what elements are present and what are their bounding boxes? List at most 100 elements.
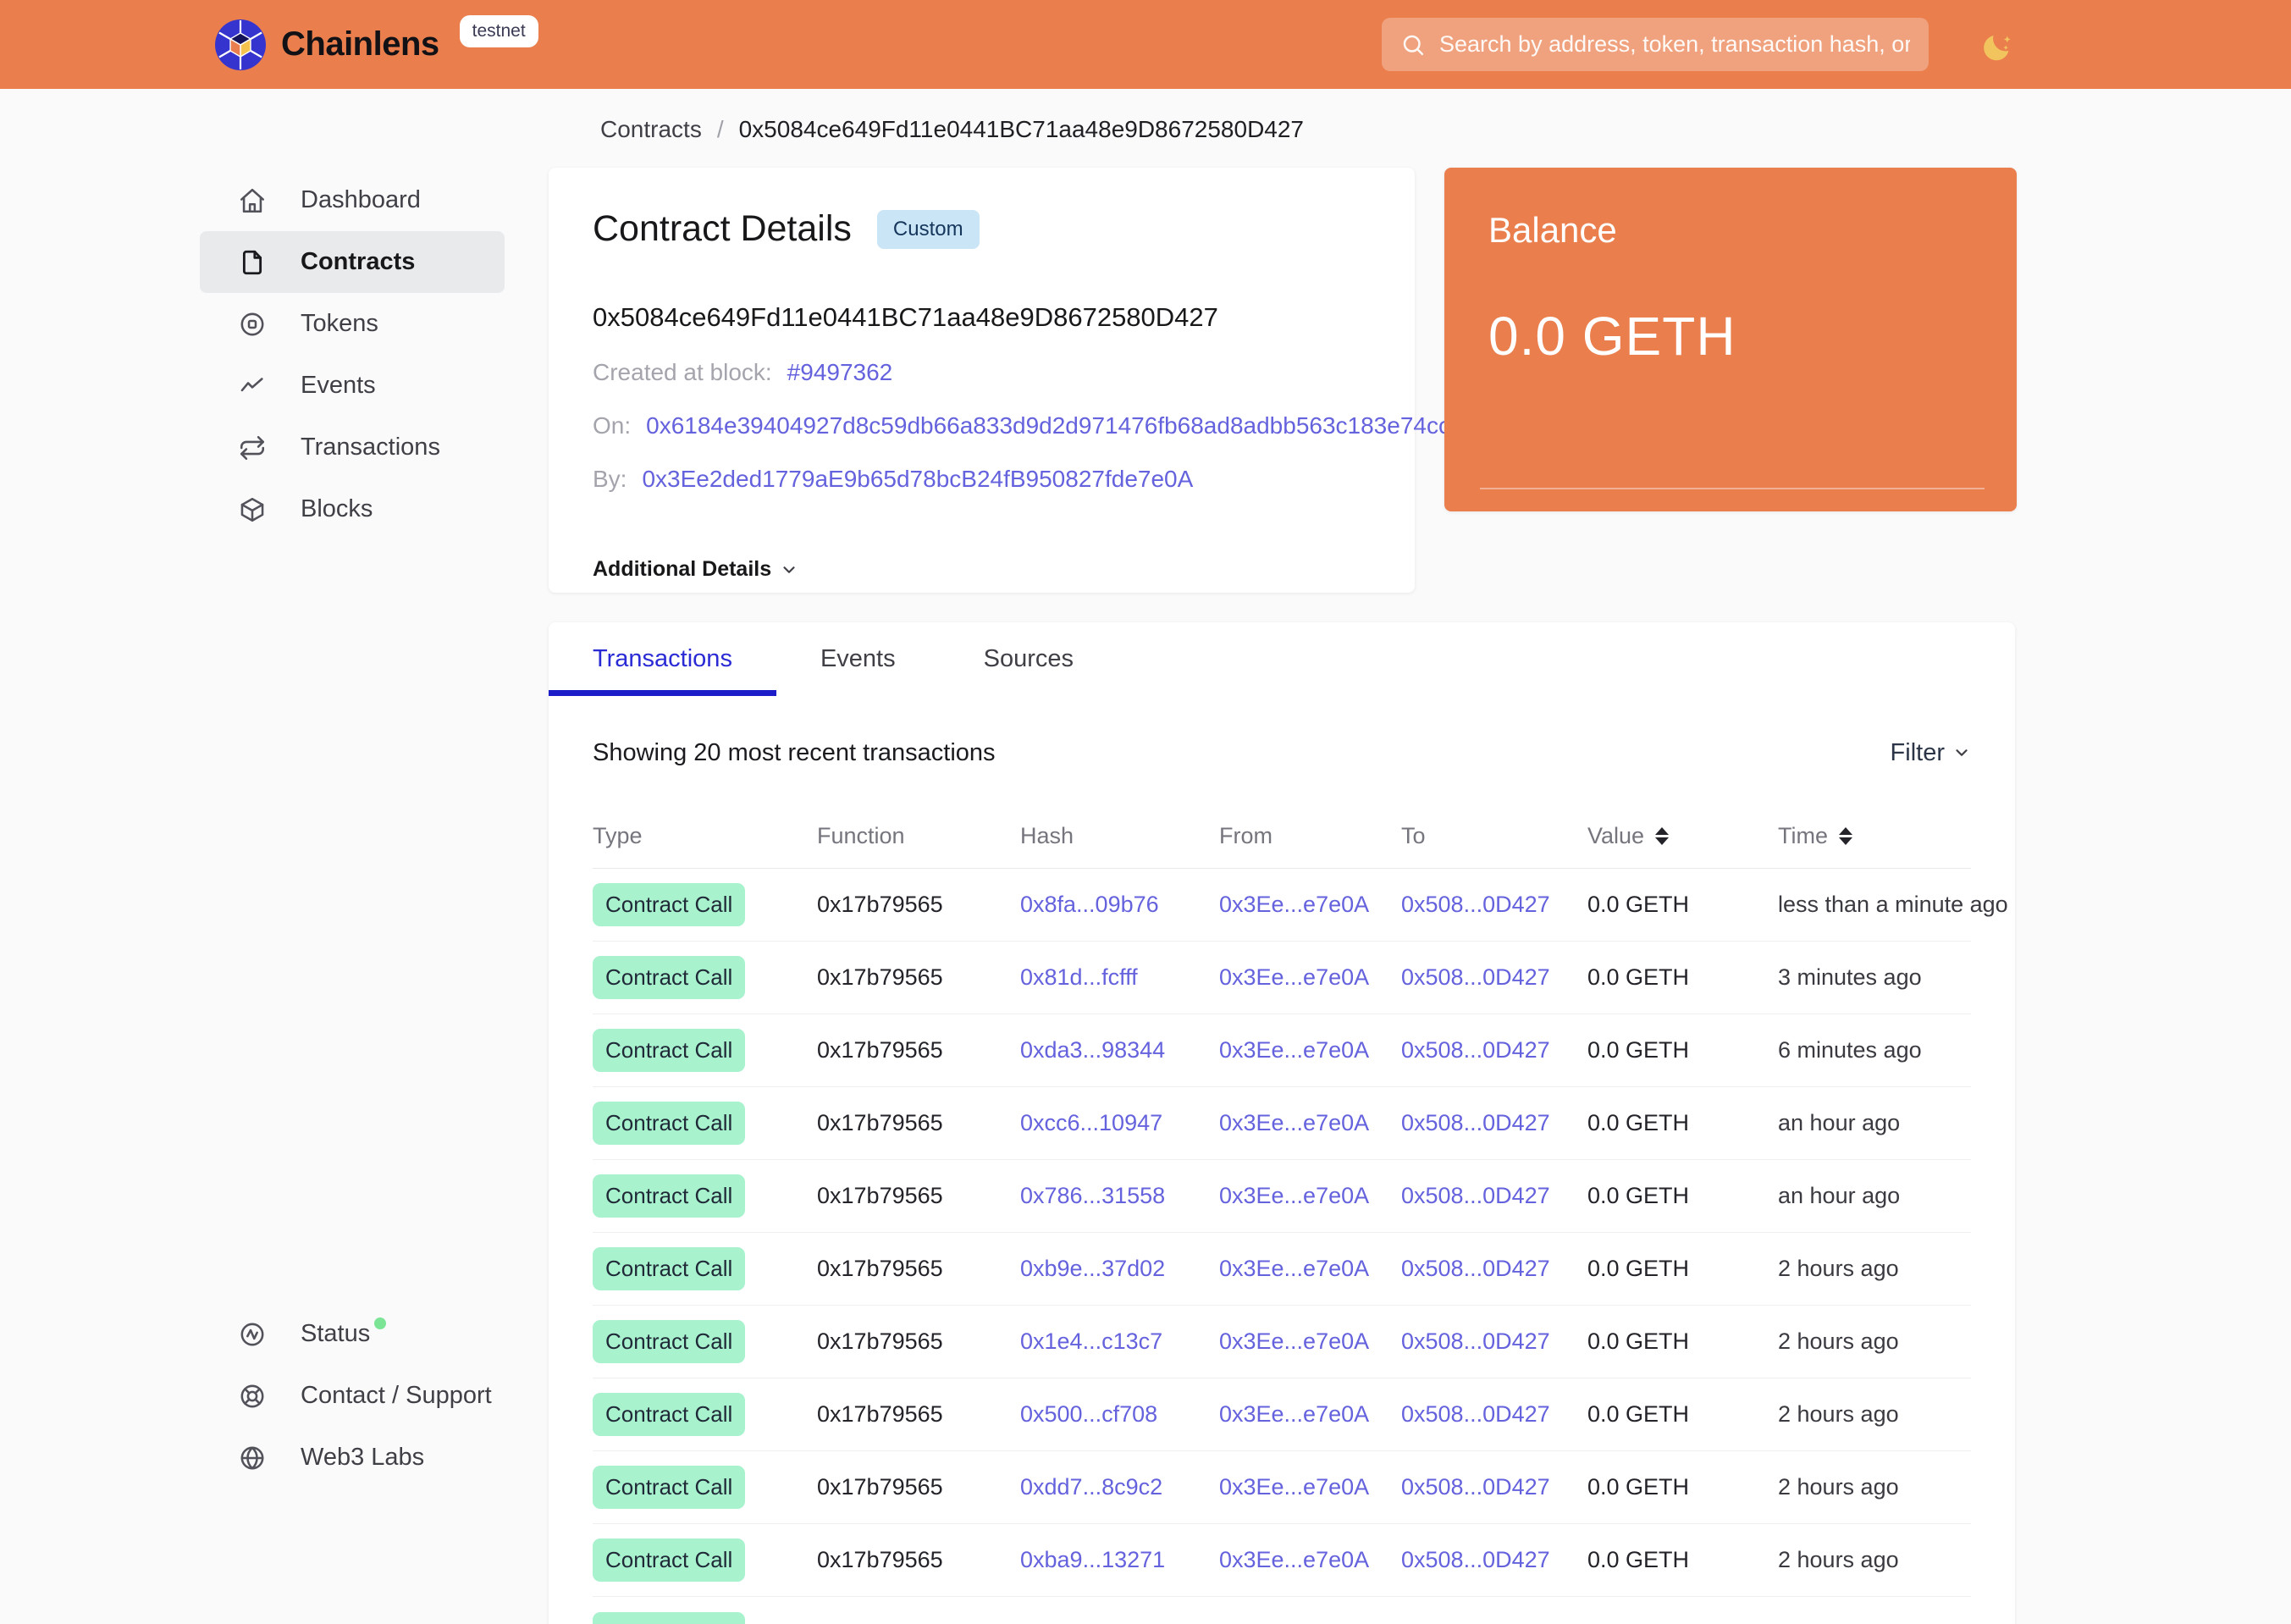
table-row: Contract Call 0x17b79565 0xda3...98344 0… bbox=[593, 1014, 1971, 1087]
creation-tx-hash-link[interactable]: 0x6184e39404927d8c59db66a833d9d2d971476f… bbox=[646, 412, 1503, 439]
chevron-down-icon bbox=[783, 566, 795, 573]
to-link[interactable]: 0x508...0D427 bbox=[1401, 892, 1587, 918]
from-link[interactable]: 0x3Ee...e7e0A bbox=[1219, 892, 1401, 918]
hash-link[interactable]: 0x786...31558 bbox=[1020, 1183, 1219, 1209]
to-link[interactable]: 0x508...0D427 bbox=[1401, 1256, 1587, 1282]
function-cell: 0x17b79565 bbox=[817, 964, 943, 990]
hash-link[interactable]: 0xda3...98344 bbox=[1020, 1037, 1219, 1063]
sidebar-item-tokens[interactable]: Tokens bbox=[200, 293, 505, 355]
to-link[interactable]: 0x508...0D427 bbox=[1401, 1401, 1587, 1428]
time-cell: 2 hours ago bbox=[1778, 1256, 1899, 1281]
to-link[interactable]: 0x508...0D427 bbox=[1401, 964, 1587, 991]
column-header-hash: Hash bbox=[1020, 823, 1074, 848]
tab-transactions[interactable]: Transactions bbox=[549, 622, 776, 696]
sidebar-item-label: Dashboard bbox=[301, 186, 421, 213]
theme-toggle[interactable] bbox=[1981, 26, 2018, 64]
value-cell: 0.0 GETH bbox=[1587, 1401, 1690, 1427]
filter-button[interactable]: Filter bbox=[1891, 739, 1971, 767]
function-cell: 0x17b79565 bbox=[817, 1328, 943, 1354]
balance-title: Balance bbox=[1488, 210, 1617, 250]
from-link[interactable]: 0x3Ee...e7e0A bbox=[1219, 1547, 1401, 1573]
from-link[interactable]: 0x3Ee...e7e0A bbox=[1219, 1328, 1401, 1355]
repeat-icon bbox=[240, 435, 265, 460]
to-link[interactable]: 0x508...0D427 bbox=[1401, 1547, 1587, 1573]
hash-link[interactable]: 0xb9e...37d02 bbox=[1020, 1256, 1219, 1282]
sidebar-footer-nav: Status Contact / Support Web3 Labs bbox=[0, 1303, 549, 1624]
tab-events[interactable]: Events bbox=[776, 622, 940, 696]
function-cell: 0x17b79565 bbox=[817, 1401, 943, 1427]
value-cell: 0.0 GETH bbox=[1587, 892, 1690, 917]
time-cell: less than a minute ago bbox=[1778, 892, 2008, 917]
type-badge: Contract Call bbox=[593, 1247, 746, 1290]
function-cell: 0x17b79565 bbox=[817, 1547, 943, 1572]
sidebar-item-label: Transactions bbox=[301, 434, 440, 461]
column-header-from: From bbox=[1219, 823, 1272, 848]
hash-link[interactable]: 0xba9...13271 bbox=[1020, 1547, 1219, 1573]
tab-sources[interactable]: Sources bbox=[940, 622, 1118, 696]
breadcrumb-address: 0x5084ce649Fd11e0441BC71aa48e9D8672580D4… bbox=[738, 116, 1305, 142]
value-cell: 0.0 GETH bbox=[1587, 1547, 1690, 1572]
hash-link[interactable]: 0x500...cf708 bbox=[1020, 1401, 1219, 1428]
time-cell: 6 minutes ago bbox=[1778, 1037, 1922, 1063]
sidebar-item-contact-support[interactable]: Contact / Support bbox=[200, 1365, 505, 1427]
from-link[interactable]: 0x3Ee...e7e0A bbox=[1219, 1474, 1401, 1500]
from-link[interactable]: 0x3Ee...e7e0A bbox=[1219, 1037, 1401, 1063]
value-cell: 0.0 GETH bbox=[1587, 1474, 1690, 1500]
function-cell: 0x17b79565 bbox=[817, 892, 943, 917]
from-link[interactable]: 0x3Ee...e7e0A bbox=[1219, 1110, 1401, 1136]
to-link[interactable]: 0x508...0D427 bbox=[1401, 1110, 1587, 1136]
table-row: Contract Call 0x17b79565 0x81d...fcfff 0… bbox=[593, 942, 1971, 1014]
sidebar-item-label: Blocks bbox=[301, 495, 373, 522]
creator-address-link[interactable]: 0x3Ee2ded1779aE9b65d78bcB24fB950827fde7e… bbox=[642, 466, 1193, 493]
type-badge: Contract Call bbox=[593, 1029, 746, 1072]
globe-icon bbox=[240, 1446, 264, 1469]
hash-link[interactable]: 0x8fa...09b76 bbox=[1020, 892, 1219, 918]
by-label: By: bbox=[593, 466, 627, 492]
type-badge: Contract Call bbox=[593, 1320, 746, 1363]
value-cell: 0.0 GETH bbox=[1587, 1328, 1690, 1354]
home-icon bbox=[240, 188, 265, 213]
to-link[interactable]: 0x508...0D427 bbox=[1401, 1474, 1587, 1500]
network-badge: testnet bbox=[459, 14, 538, 47]
hash-link[interactable]: 0xcc6...10947 bbox=[1020, 1110, 1219, 1136]
sidebar-item-label: Web3 Labs bbox=[301, 1444, 425, 1471]
sidebar-item-web3-labs[interactable]: Web3 Labs bbox=[200, 1427, 505, 1489]
from-link[interactable]: 0x3Ee...e7e0A bbox=[1219, 964, 1401, 991]
from-link[interactable]: 0x3Ee...e7e0A bbox=[1219, 1401, 1401, 1428]
value-cell: 0.0 GETH bbox=[1587, 964, 1690, 990]
table-header: Type Function Hash From To Value Time bbox=[593, 784, 1971, 869]
sidebar-item-contracts[interactable]: Contracts bbox=[200, 231, 505, 293]
lifebuoy-icon bbox=[240, 1384, 264, 1407]
brand[interactable]: Chainlens testnet bbox=[213, 14, 538, 72]
breadcrumb-contracts-link[interactable]: Contracts bbox=[600, 116, 702, 143]
table-row: Contract Call 0x17b79565 0xba9...13271 0… bbox=[593, 1524, 1971, 1597]
from-link[interactable]: 0x3Ee...e7e0A bbox=[1219, 1256, 1401, 1282]
sidebar-item-dashboard[interactable]: Dashboard bbox=[200, 169, 505, 231]
search-input[interactable] bbox=[1439, 31, 1910, 58]
sidebar-item-events[interactable]: Events bbox=[200, 355, 505, 417]
to-link[interactable]: 0x508...0D427 bbox=[1401, 1183, 1587, 1209]
function-cell: 0x17b79565 bbox=[817, 1474, 943, 1500]
from-link[interactable]: 0x3Ee...e7e0A bbox=[1219, 1183, 1401, 1209]
sidebar-item-status[interactable]: Status bbox=[200, 1303, 505, 1365]
to-link[interactable]: 0x508...0D427 bbox=[1401, 1328, 1587, 1355]
type-badge: Contract Call bbox=[593, 956, 746, 999]
hash-link[interactable]: 0x81d...fcfff bbox=[1020, 964, 1219, 991]
hash-link[interactable]: 0xdd7...8c9c2 bbox=[1020, 1474, 1219, 1500]
to-link[interactable]: 0x508...0D427 bbox=[1401, 1037, 1587, 1063]
sidebar-item-blocks[interactable]: Blocks bbox=[200, 478, 505, 540]
table-row: Contract Call 0x17b79565 0xdd7...8c9c2 0… bbox=[593, 1451, 1971, 1524]
value-cell: 0.0 GETH bbox=[1587, 1256, 1690, 1281]
cube-icon bbox=[240, 497, 264, 522]
column-header-time: Time bbox=[1778, 823, 1971, 849]
type-badge: Contract Call bbox=[593, 1538, 746, 1582]
breadcrumb: Contracts / 0x5084ce649Fd11e0441BC71aa48… bbox=[600, 115, 2017, 144]
transactions-card: Transactions Events Sources Showing 20 m… bbox=[549, 622, 2015, 1624]
sidebar-item-transactions[interactable]: Transactions bbox=[200, 417, 505, 478]
additional-details-toggle[interactable]: Additional Details bbox=[593, 557, 798, 582]
sort-icon[interactable] bbox=[1839, 827, 1852, 845]
hash-link[interactable]: 0x1e4...c13c7 bbox=[1020, 1328, 1219, 1355]
created-block-link[interactable]: #9497362 bbox=[787, 359, 893, 386]
sort-icon[interactable] bbox=[1655, 827, 1670, 845]
search-bar[interactable] bbox=[1382, 18, 1929, 71]
